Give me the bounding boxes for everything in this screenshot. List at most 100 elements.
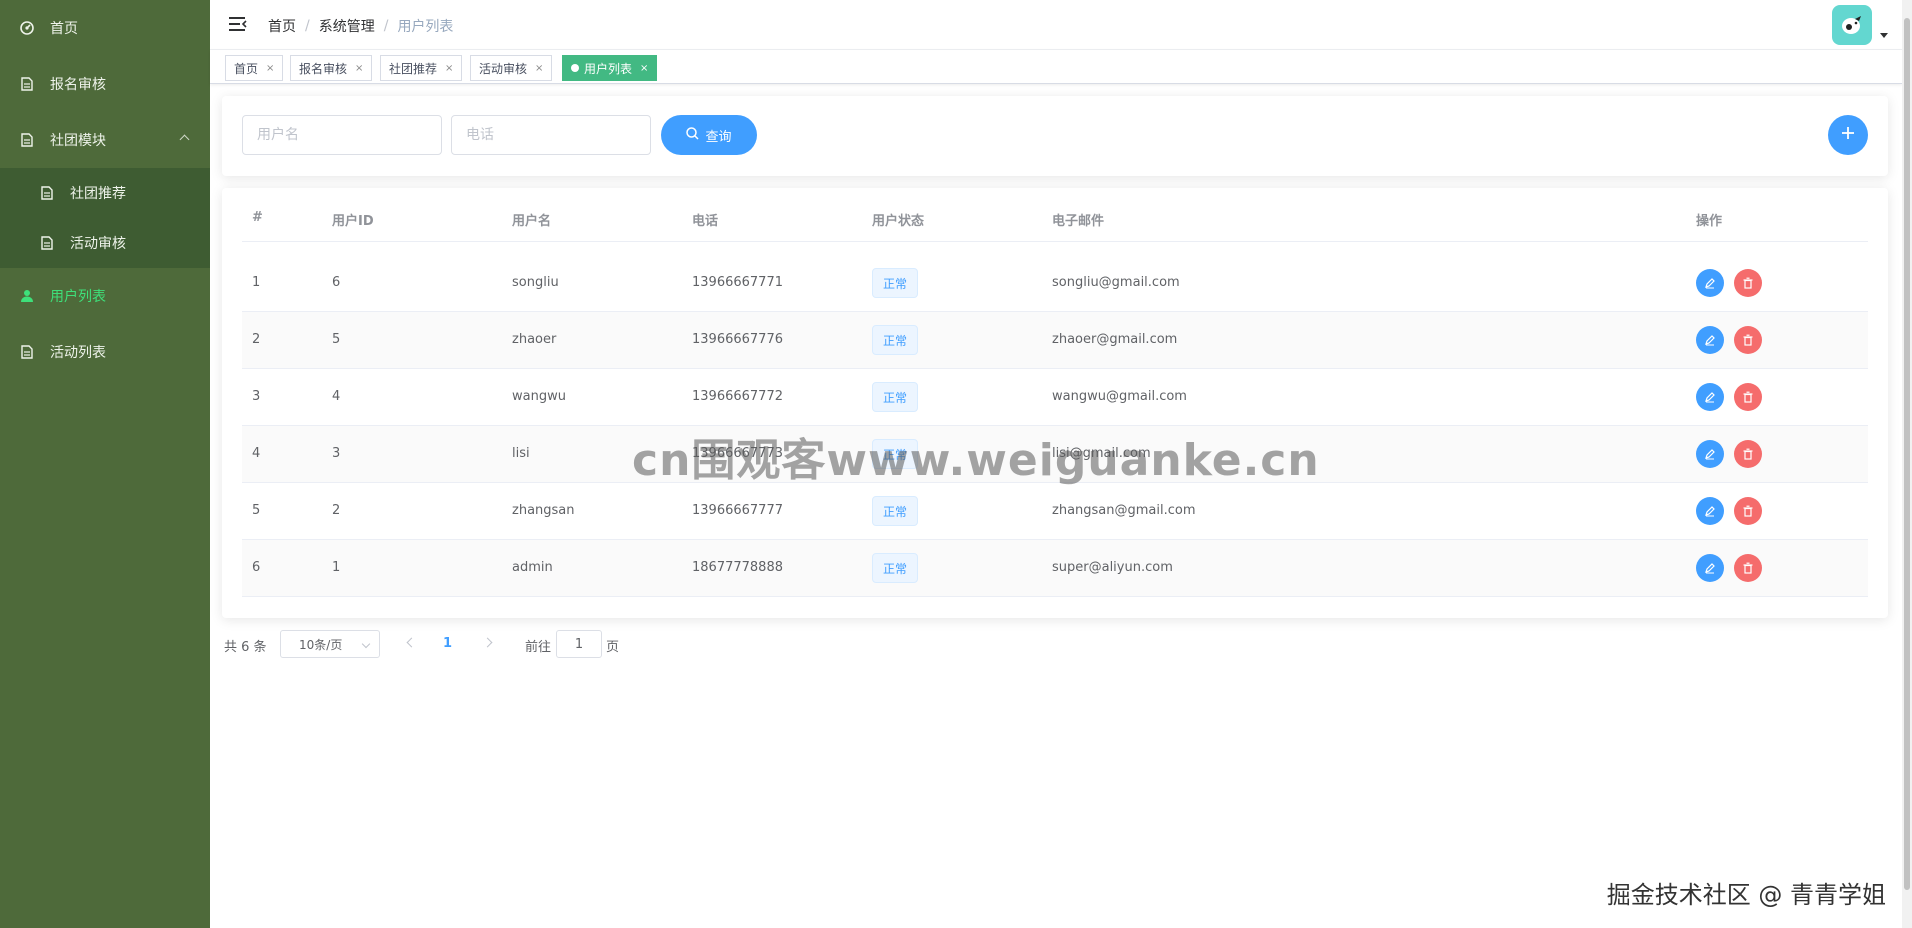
table-header: # 用户ID 用户名 电话 用户状态 电子邮件 操作 (242, 210, 1868, 242)
close-icon[interactable]: × (355, 63, 363, 74)
phone-input[interactable] (451, 115, 651, 155)
cell-index: 5 (252, 503, 261, 518)
page-number[interactable]: 1 (443, 636, 452, 651)
avatar[interactable] (1832, 5, 1872, 45)
document-icon (20, 77, 34, 91)
column-header-username: 用户名 (512, 214, 552, 229)
breadcrumb: 首页 / 系统管理 / 用户列表 (268, 16, 453, 36)
cell-username: admin (512, 560, 553, 575)
cell-username: songliu (512, 275, 559, 290)
sidebar-item-registration-review[interactable]: 报名审核 (0, 56, 210, 112)
tag-home[interactable]: 首页 × (225, 55, 284, 81)
close-icon[interactable]: × (445, 63, 453, 74)
tag-user-list[interactable]: 用户列表 × (562, 55, 658, 81)
username-input[interactable] (242, 115, 442, 155)
breadcrumb-system[interactable]: 系统管理 (319, 16, 375, 36)
document-icon (40, 236, 54, 250)
edit-button[interactable] (1696, 497, 1724, 525)
column-header-user-id: 用户ID (332, 214, 374, 229)
table-row: 6 1 admin 18677778888 正常 super@aliyun.co… (242, 540, 1868, 597)
trash-icon (1743, 448, 1753, 460)
sidebar: 首页 报名审核 社团模块 社团推荐 活动审核 用户列表 活动列表 (0, 0, 210, 928)
active-dot-icon (571, 64, 579, 72)
goto-page-input[interactable] (556, 630, 602, 658)
pagination-total: 共 6 条 (224, 640, 267, 655)
status-badge: 正常 (872, 268, 919, 298)
cell-user-id: 3 (332, 446, 341, 461)
close-icon[interactable]: × (640, 63, 648, 74)
page-suffix-label: 页 (606, 640, 620, 655)
cell-user-id: 2 (332, 503, 341, 518)
breadcrumb-current: 用户列表 (397, 19, 454, 35)
close-icon[interactable]: × (535, 63, 543, 74)
sidebar-item-label: 用户列表 (50, 289, 106, 305)
column-header-actions: 操作 (1696, 214, 1723, 229)
document-icon (20, 133, 34, 147)
query-button[interactable]: 查询 (661, 115, 757, 155)
edit-button[interactable] (1696, 269, 1724, 297)
sidebar-item-activity-list[interactable]: 活动列表 (0, 324, 210, 380)
close-icon[interactable]: × (266, 63, 274, 74)
delete-button[interactable] (1734, 497, 1762, 525)
breadcrumb-home[interactable]: 首页 (268, 16, 296, 36)
edit-icon (1705, 449, 1715, 460)
delete-button[interactable] (1734, 383, 1762, 411)
edit-button[interactable] (1696, 383, 1724, 411)
sidebar-item-club-module[interactable]: 社团模块 (0, 112, 210, 168)
table-row: 2 5 zhaoer 13966667776 正常 zhaoer@gmail.c… (242, 312, 1868, 369)
sidebar-item-user-list[interactable]: 用户列表 (0, 268, 210, 324)
edit-icon (1705, 506, 1715, 517)
cell-username: wangwu (512, 389, 566, 404)
delete-button[interactable] (1734, 440, 1762, 468)
scrollbar-thumb[interactable] (1904, 18, 1910, 890)
cell-email: zhangsan@gmail.com (1052, 503, 1196, 518)
query-button-label: 查询 (705, 129, 732, 145)
edit-button[interactable] (1696, 326, 1724, 354)
delete-button[interactable] (1734, 554, 1762, 582)
cell-email: zhaoer@gmail.com (1052, 332, 1178, 347)
page-size-select[interactable]: 10条/页 (280, 630, 380, 658)
tags-view: 首页 × 报名审核 × 社团推荐 × 活动审核 × 用户列表 × (210, 50, 1902, 84)
user-table: # 用户ID 用户名 电话 用户状态 电子邮件 操作 1 6 songliu 1… (222, 188, 1888, 618)
document-icon (40, 186, 54, 200)
tag-label: 用户列表 (584, 61, 633, 76)
edit-button[interactable] (1696, 554, 1724, 582)
goto-label: 前往 (525, 640, 552, 655)
dashboard-icon (20, 21, 34, 35)
delete-button[interactable] (1734, 326, 1762, 354)
cell-username: zhangsan (512, 503, 575, 518)
delete-button[interactable] (1734, 269, 1762, 297)
add-user-button[interactable] (1828, 115, 1868, 155)
tag-label: 报名审核 (299, 61, 348, 76)
sidebar-item-activity-review[interactable]: 活动审核 (0, 218, 210, 268)
cell-email: wangwu@gmail.com (1052, 389, 1187, 404)
page-size-value: 10条/页 (299, 637, 343, 652)
sidebar-item-label: 活动审核 (70, 236, 126, 252)
tag-label: 首页 (234, 61, 259, 76)
sidebar-item-label: 活动列表 (50, 345, 106, 361)
next-page-icon[interactable] (482, 637, 493, 648)
caret-down-icon[interactable] (1880, 33, 1888, 38)
sidebar-item-label: 报名审核 (50, 77, 106, 93)
status-badge: 正常 (872, 325, 919, 355)
top-navbar: 首页 / 系统管理 / 用户列表 (210, 0, 1912, 50)
edit-icon (1705, 278, 1715, 289)
tag-registration-review[interactable]: 报名审核 × (290, 55, 373, 81)
menu-toggle-icon[interactable] (228, 15, 248, 33)
watermark-corner: 掘金技术社区 @ 青青学姐 (1606, 881, 1886, 909)
cell-email: super@aliyun.com (1052, 560, 1173, 575)
tag-club-recommend[interactable]: 社团推荐 × (380, 55, 463, 81)
sidebar-item-home[interactable]: 首页 (0, 0, 210, 56)
edit-button[interactable] (1696, 440, 1724, 468)
vertical-scrollbar[interactable] (1902, 0, 1912, 928)
trash-icon (1743, 391, 1753, 403)
column-header-phone: 电话 (692, 214, 719, 229)
breadcrumb-separator: / (383, 18, 389, 34)
cell-user-id: 5 (332, 332, 341, 347)
tag-activity-review[interactable]: 活动审核 × (470, 55, 553, 81)
chevron-up-icon (179, 134, 190, 145)
cell-phone: 13966667777 (692, 503, 783, 518)
sidebar-item-club-recommend[interactable]: 社团推荐 (0, 168, 210, 218)
edit-icon (1705, 335, 1715, 346)
prev-page-icon[interactable] (406, 637, 417, 648)
